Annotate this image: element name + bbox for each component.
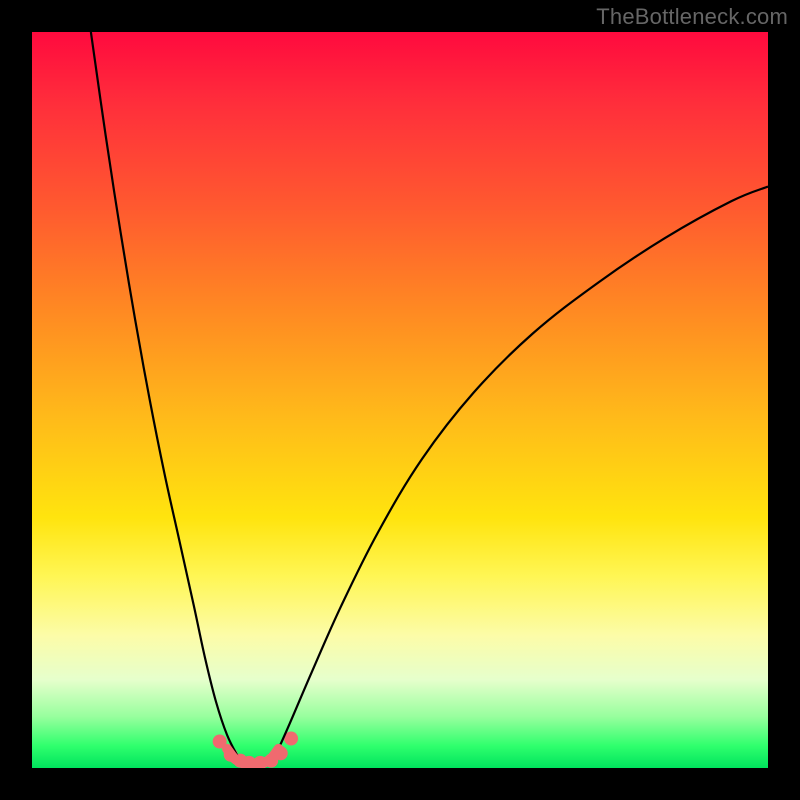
left-curve (91, 32, 238, 757)
chart-svg (32, 32, 768, 768)
watermark-text: TheBottleneck.com (596, 4, 788, 30)
right-curve (275, 187, 768, 757)
valley-floor (227, 749, 279, 765)
plot-area (32, 32, 768, 768)
chart-frame: TheBottleneck.com (0, 0, 800, 800)
